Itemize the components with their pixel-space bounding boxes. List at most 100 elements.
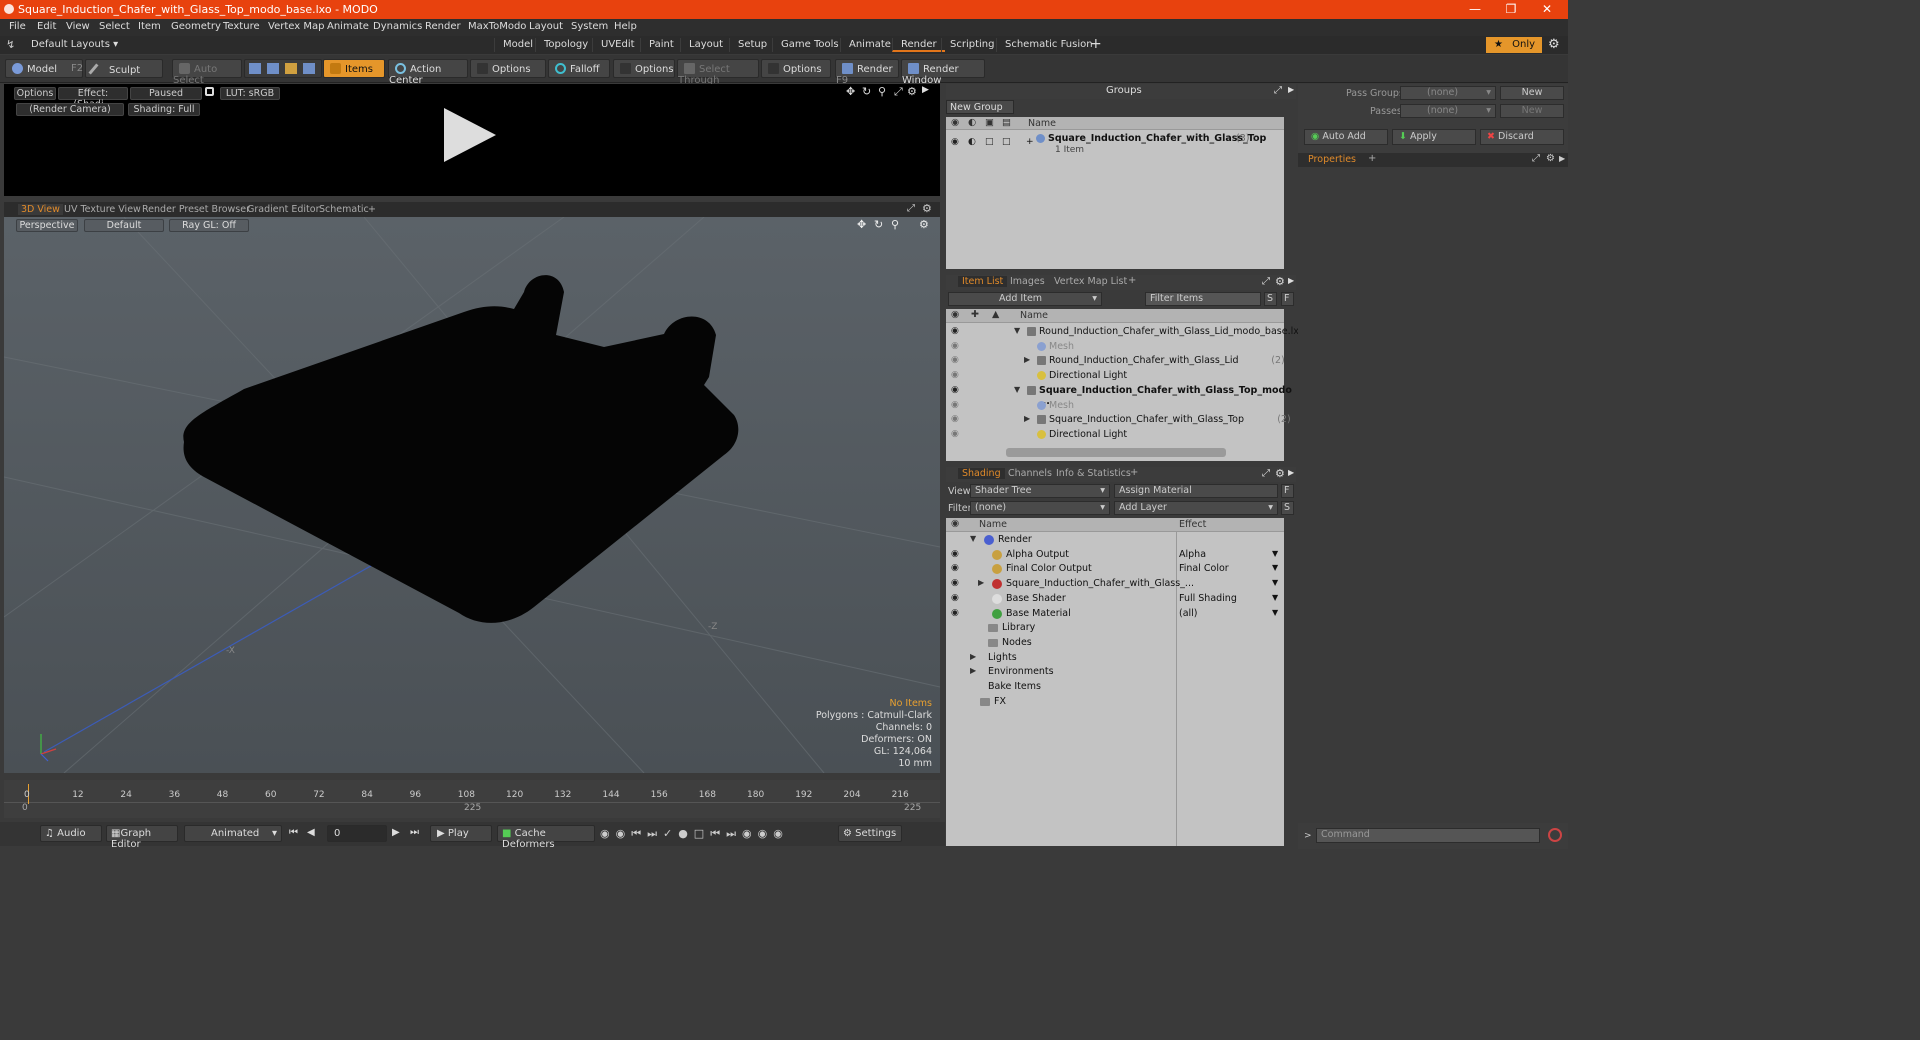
view-tab-uv-texture-view[interactable]: UV Texture View: [64, 204, 141, 215]
visibility-eye-icon[interactable]: ◉: [951, 370, 959, 380]
shader-row[interactable]: ▶ Lights: [946, 651, 1284, 666]
expand-arrow-icon[interactable]: ▶: [1559, 154, 1565, 163]
graph-editor-button[interactable]: ▦Graph Editor: [106, 825, 178, 850]
filter-items-input[interactable]: Filter Items: [1145, 292, 1261, 306]
close-icon[interactable]: ✕: [1532, 2, 1562, 16]
maximize-icon[interactable]: ⤢: [1262, 468, 1270, 479]
expand-arrow-icon[interactable]: ▶: [1024, 355, 1030, 364]
model-mode-button[interactable]: Model F2: [5, 59, 83, 78]
maximize-icon[interactable]: ⤢: [907, 203, 915, 214]
select-through-button[interactable]: Select Through: [677, 59, 759, 86]
items-mode-button[interactable]: Items: [323, 59, 385, 78]
menu-render[interactable]: Render: [425, 21, 461, 32]
render-camera-dropdown[interactable]: (Render Camera): [16, 103, 124, 116]
shading-tab-info-statistics[interactable]: Info & Statistics: [1056, 468, 1131, 479]
visibility-eye-icon[interactable]: ◉: [951, 400, 959, 410]
play-icon[interactable]: [444, 108, 496, 162]
cache-deformers-button[interactable]: ■ Cache Deformers: [497, 825, 595, 850]
lut-dropdown[interactable]: LUT: sRGB: [220, 87, 280, 100]
layout-tab-topology[interactable]: Topology: [535, 38, 596, 52]
falloff-options-button[interactable]: Options: [613, 59, 675, 78]
shader-row[interactable]: FX: [946, 695, 1284, 710]
pan-icon[interactable]: ✥: [857, 218, 866, 231]
command-input[interactable]: Command: [1316, 828, 1540, 843]
paused-button[interactable]: Paused: [130, 87, 202, 100]
item-list-row[interactable]: ◉ Mesh: [946, 399, 1284, 414]
group-row[interactable]: ◉ ◐ □ □ + Square_Induction_Chafer_with_G…: [946, 132, 1284, 158]
layout-tab-render[interactable]: Render: [892, 38, 945, 52]
add-tab-icon[interactable]: +: [1128, 275, 1136, 286]
shader-effect[interactable]: (all): [1179, 608, 1198, 619]
new-pass-group-button[interactable]: New: [1500, 86, 1564, 100]
action-center-button[interactable]: Action Center: [388, 59, 468, 86]
timeline[interactable]: 0 12 24 36 48 60 72 84 96 108 120 132 144 156 168 180 19…: [4, 780, 940, 818]
shader-effect[interactable]: Alpha: [1179, 549, 1206, 560]
visibility-eye-icon[interactable]: ◉: [951, 137, 959, 147]
raygl-dropdown[interactable]: Ray GL: Off: [169, 219, 249, 232]
rotate-icon[interactable]: ↻: [874, 218, 883, 231]
expand-arrow-icon[interactable]: ▶: [922, 85, 929, 95]
visibility-eye-icon[interactable]: ◉: [951, 355, 959, 365]
item-list-row[interactable]: ◉ ▼ Round_Induction_Chafer_with_Glass_Lid_…: [946, 325, 1304, 340]
shader-row[interactable]: Library: [946, 621, 1284, 636]
settings-button[interactable]: ⚙ Settings: [838, 825, 902, 842]
shader-tree[interactable]: ◉ Name Effect ▼ Render ◉ Alpha Output Alpha ▼…: [946, 518, 1284, 846]
shader-effect[interactable]: Final Color: [1179, 563, 1229, 574]
menu-help[interactable]: Help: [614, 21, 637, 32]
default-layouts-dropdown[interactable]: Default Layouts ▾: [31, 39, 118, 50]
play-button[interactable]: ▶ Play: [430, 825, 492, 842]
lock-toggle-icon[interactable]: □: [985, 137, 994, 147]
visibility-eye-icon[interactable]: ◉: [951, 563, 959, 573]
shader-row[interactable]: ▼ Render: [946, 533, 1284, 548]
gear-icon[interactable]: ⚙: [1275, 275, 1285, 288]
maximize-icon[interactable]: ⤢: [1262, 276, 1270, 287]
apply-button[interactable]: ⬇ Apply: [1392, 129, 1476, 145]
menu-vertex-map[interactable]: Vertex Map: [268, 21, 324, 32]
render-window-button[interactable]: Render Window: [901, 59, 985, 86]
shader-row[interactable]: Nodes: [946, 636, 1284, 651]
zoom-icon[interactable]: ⚲: [891, 218, 899, 231]
shading-tab-shading[interactable]: Shading: [958, 468, 1005, 479]
collapse-arrow-icon[interactable]: ▼: [1014, 385, 1020, 394]
new-group-button[interactable]: New Group: [946, 100, 1014, 114]
rotate-icon[interactable]: ↻: [862, 85, 871, 98]
select-toggle-icon[interactable]: □: [1002, 137, 1011, 147]
collapse-arrow-icon[interactable]: ▼: [1014, 326, 1020, 335]
shader-row[interactable]: ◉ Base Material (all) ▼: [946, 607, 1284, 622]
visibility-eye-icon[interactable]: ◉: [951, 593, 959, 603]
shader-row[interactable]: ◉ Base Shader Full Shading ▼: [946, 592, 1284, 607]
render-toggle-icon[interactable]: ◐: [968, 137, 976, 147]
menu-texture[interactable]: Texture: [223, 21, 260, 32]
effect-dropdown-icon[interactable]: ▼: [1272, 593, 1278, 602]
gear-icon[interactable]: ⚙: [907, 85, 917, 98]
auto-select-button[interactable]: Auto Select: [172, 59, 242, 86]
minimize-icon[interactable]: —: [1460, 2, 1490, 16]
edges-mode-icon[interactable]: [267, 63, 279, 74]
gear-icon[interactable]: ⚙: [1546, 153, 1555, 164]
default-style-dropdown[interactable]: Default: [84, 219, 164, 232]
expand-arrow-icon[interactable]: ▶: [1024, 414, 1030, 423]
item-list-row[interactable]: ◉ ▶ Round_Induction_Chafer_with_Glass_Lid (…: [946, 354, 1285, 369]
layout-tab-layout[interactable]: Layout: [680, 38, 731, 52]
expand-arrow-icon[interactable]: ▶: [970, 652, 976, 661]
layout-tab-scripting[interactable]: Scripting: [941, 38, 1002, 52]
step-back-icon[interactable]: ◀: [307, 827, 315, 838]
discard-button[interactable]: ✖ Discard: [1480, 129, 1564, 145]
add-layer-dropdown[interactable]: Add Layer ▾: [1114, 501, 1278, 515]
menu-geometry[interactable]: Geometry: [171, 21, 221, 32]
menu-view[interactable]: View: [66, 21, 90, 32]
item-list-row[interactable]: ◉ Directional Light: [946, 369, 1284, 384]
view-dropdown[interactable]: Shader Tree ▾: [970, 484, 1110, 498]
visibility-eye-icon[interactable]: ◉: [951, 608, 959, 618]
shader-row[interactable]: ▶ Environments: [946, 665, 1284, 680]
pan-icon[interactable]: ✥: [846, 85, 855, 98]
visibility-eye-icon[interactable]: ◉: [951, 414, 959, 424]
menu-file[interactable]: File: [9, 21, 26, 32]
materials-mode-icon[interactable]: [303, 63, 315, 74]
shader-effect[interactable]: Full Shading: [1179, 593, 1237, 604]
filter-f-button[interactable]: F: [1281, 292, 1294, 306]
menu-system[interactable]: System: [571, 21, 608, 32]
new-pass-button[interactable]: New: [1500, 104, 1564, 118]
layout-tab-uvedit[interactable]: UVEdit: [592, 38, 643, 52]
menu-edit[interactable]: Edit: [37, 21, 56, 32]
